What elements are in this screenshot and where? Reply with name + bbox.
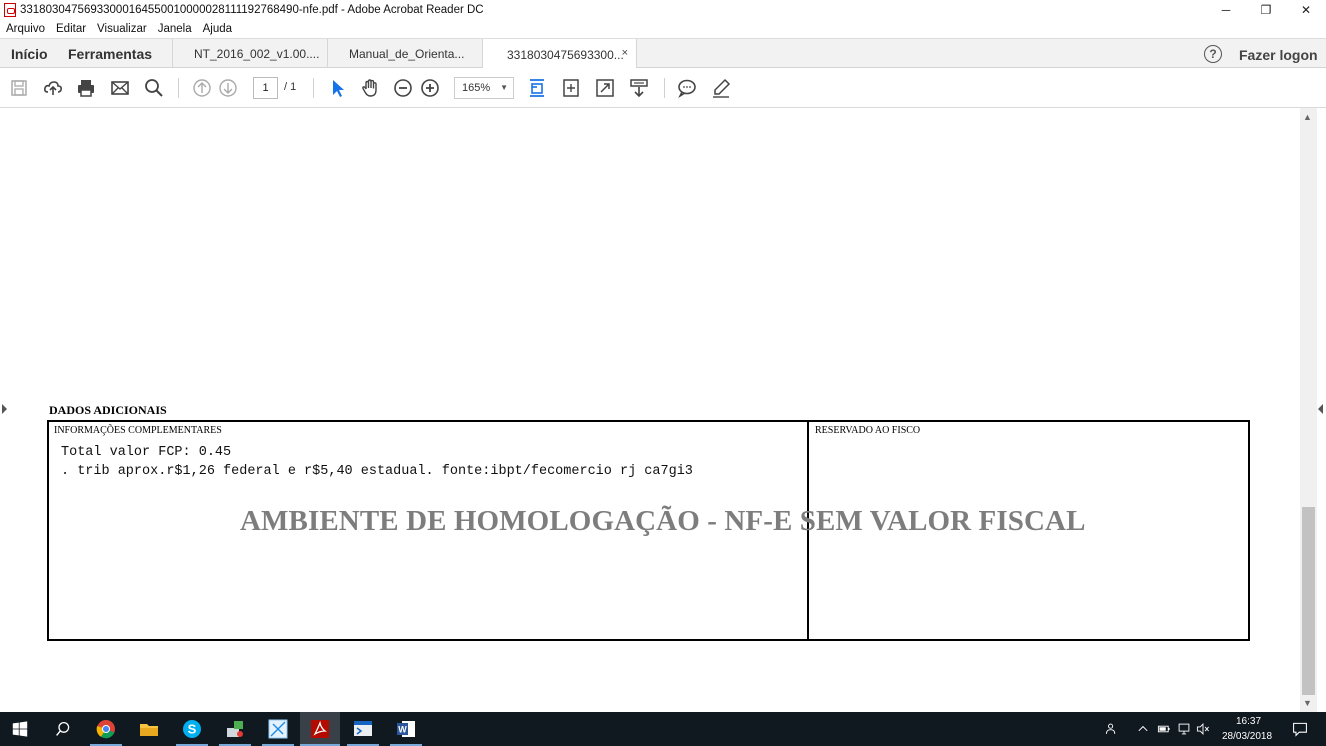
skype-icon[interactable]: S <box>180 717 204 741</box>
maximize-button[interactable]: ❐ <box>1246 0 1286 20</box>
clock-time[interactable]: 16:37 <box>1236 716 1261 727</box>
acrobat-file-icon <box>4 3 16 17</box>
toolbar-separator <box>313 78 314 98</box>
svg-text:S: S <box>188 722 197 737</box>
clock-date[interactable]: 28/03/2018 <box>1222 731 1272 742</box>
minimize-button[interactable]: ─ <box>1206 0 1246 20</box>
window-controls: ─ ❐ ✕ <box>1206 0 1326 20</box>
document-tab-1[interactable]: NT_2016_002_v1.00.... <box>172 39 327 69</box>
email-icon[interactable] <box>109 77 131 99</box>
right-panel-toggle-icon[interactable] <box>1318 404 1323 414</box>
info-line: . trib aprox.r$1,26 federal e r$5,40 est… <box>61 464 693 479</box>
chevron-up-icon[interactable] <box>1134 717 1152 741</box>
menu-ajuda[interactable]: Ajuda <box>203 23 232 35</box>
cloud-upload-icon[interactable] <box>42 77 64 99</box>
zoom-value: 165% <box>462 82 491 94</box>
scrollbar-thumb[interactable] <box>1302 507 1315 695</box>
network-app-icon[interactable] <box>223 717 247 741</box>
scroll-up-icon[interactable]: ▲ <box>1303 112 1312 122</box>
help-icon[interactable]: ? <box>1204 45 1222 63</box>
menu-visualizar[interactable]: Visualizar <box>97 23 147 35</box>
battery-icon[interactable] <box>1155 717 1173 741</box>
windows-start-icon[interactable] <box>8 717 32 741</box>
window-title: 3318030475693300016455001000002811119276… <box>20 4 484 16</box>
document-tab-label: 3318030475693300... <box>507 47 624 62</box>
tab-tools[interactable]: Ferramentas <box>68 46 152 62</box>
tab-home[interactable]: Início <box>11 46 48 62</box>
next-page-icon[interactable] <box>217 77 239 99</box>
word-icon[interactable]: W <box>394 717 418 741</box>
volume-muted-icon[interactable] <box>1194 717 1212 741</box>
previous-page-icon[interactable] <box>191 77 213 99</box>
menu-editar[interactable]: Editar <box>56 23 86 35</box>
full-screen-icon[interactable] <box>594 77 616 99</box>
scroll-mode-icon[interactable] <box>628 77 650 99</box>
save-icon[interactable] <box>8 77 30 99</box>
notifications-icon[interactable] <box>1288 717 1312 741</box>
document-tab-2[interactable]: Manual_de_Orienta... <box>327 39 482 69</box>
sign-in-link[interactable]: Fazer logon <box>1239 47 1318 63</box>
info-line: Total valor FCP: 0.45 <box>61 445 232 460</box>
page-total: / 1 <box>284 81 297 93</box>
toolbar-separator <box>664 78 665 98</box>
chrome-icon[interactable] <box>94 717 118 741</box>
title-bar: 3318030475693300016455001000002811119276… <box>0 0 1326 20</box>
hand-tool-icon[interactable] <box>359 77 381 99</box>
complementary-info-label: INFORMAÇÕES COMPLEMENTARES <box>54 425 222 436</box>
select-cursor-icon[interactable] <box>326 77 348 99</box>
toolbar <box>0 68 1326 108</box>
print-icon[interactable] <box>75 77 97 99</box>
close-window-button[interactable]: ✕ <box>1286 0 1326 20</box>
terminal-app-icon[interactable] <box>351 717 375 741</box>
menu-arquivo[interactable]: Arquivo <box>6 23 45 35</box>
search-icon[interactable] <box>51 717 75 741</box>
scroll-down-icon[interactable]: ▼ <box>1303 698 1312 708</box>
zoom-select[interactable]: 165% ▼ <box>454 77 514 99</box>
chevron-down-icon: ▼ <box>500 83 508 92</box>
search-icon[interactable] <box>143 77 165 99</box>
menu-janela[interactable]: Janela <box>158 23 192 35</box>
page-number-input[interactable]: 1 <box>253 77 278 99</box>
tab-bar: Início Ferramentas NT_2016_002_v1.00....… <box>0 38 1326 70</box>
menu-bar: Arquivo Editar Visualizar Janela Ajuda <box>0 20 1326 38</box>
page-layout-icon[interactable] <box>560 77 582 99</box>
fisco-reserved-label: RESERVADO AO FISCO <box>815 425 921 436</box>
section-title: DADOS ADICIONAIS <box>49 403 167 417</box>
left-panel-toggle-icon[interactable] <box>2 404 7 414</box>
document-tab-label: NT_2016_002_v1.00.... <box>194 47 320 61</box>
zoom-in-icon[interactable] <box>419 77 441 99</box>
document-tab-label: Manual_de_Orienta... <box>349 47 465 61</box>
network-icon[interactable] <box>1175 717 1193 741</box>
people-icon[interactable] <box>1102 717 1122 741</box>
comment-icon[interactable] <box>676 77 698 99</box>
toolbar-separator <box>178 78 179 98</box>
drawing-app-icon[interactable] <box>266 717 290 741</box>
highlight-pen-icon[interactable] <box>710 77 732 99</box>
acrobat-reader-icon[interactable] <box>308 717 332 741</box>
taskbar: S W 16:37 28/03/2018 <box>0 712 1326 746</box>
zoom-out-icon[interactable] <box>392 77 414 99</box>
document-tab-active[interactable]: 3318030475693300... × <box>482 39 637 70</box>
svg-text:W: W <box>398 725 407 735</box>
close-tab-icon[interactable]: × <box>622 47 628 59</box>
fit-page-icon[interactable] <box>526 77 548 99</box>
file-explorer-icon[interactable] <box>137 717 161 741</box>
homologation-watermark: AMBIENTE DE HOMOLOGAÇÃO - NF-E SEM VALOR… <box>240 505 1086 537</box>
